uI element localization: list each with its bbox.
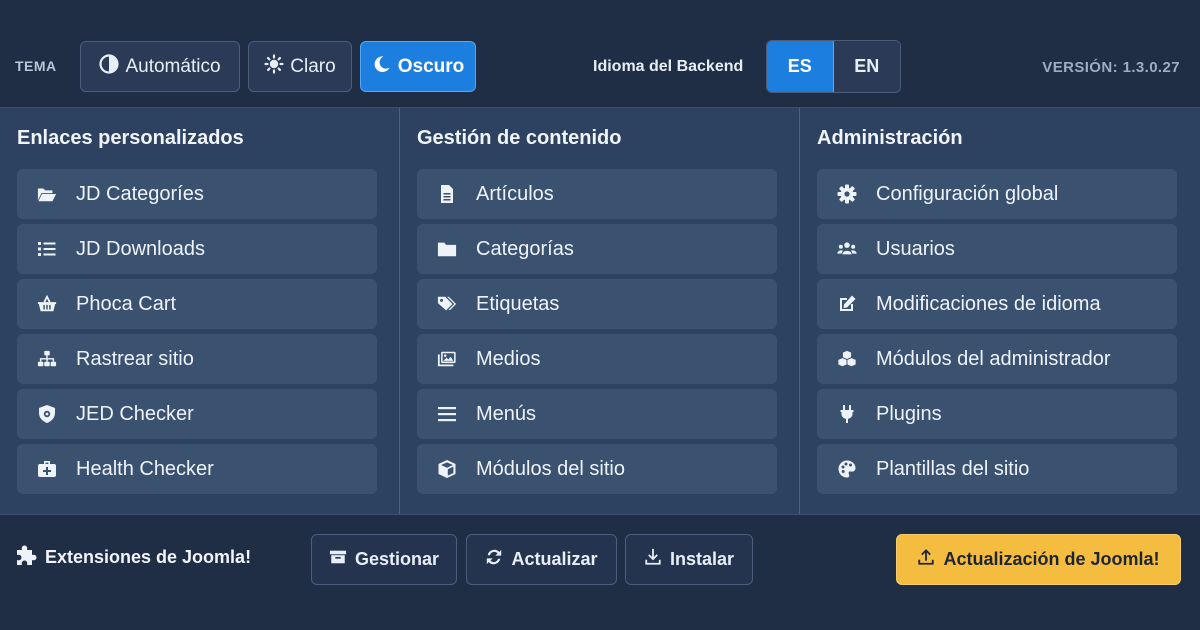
manage-label: Gestionar (354, 549, 440, 569)
archive-icon (329, 548, 347, 571)
link-rastrear-sitio[interactable]: Rastrear sitio (17, 334, 377, 384)
images-icon (429, 348, 465, 370)
link-label: Configuración global (876, 182, 1059, 205)
column-title: Gestión de contenido (417, 127, 622, 149)
users-icon (829, 238, 865, 260)
theme-auto-button[interactable]: Automático (80, 41, 240, 92)
basket-icon (29, 293, 65, 315)
list-icon (29, 238, 65, 260)
joomla-update-label: Actualización de Joomla! (943, 549, 1160, 569)
sitemap-icon (29, 348, 65, 370)
sync-icon (485, 548, 503, 571)
link-categorias[interactable]: Categorías (417, 224, 777, 274)
link-label: Artículos (476, 182, 554, 205)
language-toggle: ES EN (766, 40, 901, 93)
plug-icon (829, 403, 865, 425)
file-icon (429, 183, 465, 205)
upload-icon (917, 548, 935, 571)
link-health-checker[interactable]: Health Checker (17, 444, 377, 494)
puzzle-icon (15, 544, 37, 571)
download-icon (644, 548, 662, 571)
link-label: Medios (476, 347, 541, 370)
edit-icon (829, 293, 865, 315)
link-menus[interactable]: Menús (417, 389, 777, 439)
moon-icon (372, 54, 392, 80)
medkit-icon (29, 458, 65, 480)
link-plantillas-sitio[interactable]: Plantillas del sitio (817, 444, 1177, 494)
manage-extensions-button[interactable]: Gestionar (311, 534, 457, 585)
link-label: Etiquetas (476, 292, 560, 315)
theme-light-button[interactable]: Claro (248, 41, 352, 92)
quick-links-panel: Enlaces personalizados JD Categoríes JD … (0, 107, 1200, 515)
link-usuarios[interactable]: Usuarios (817, 224, 1177, 274)
link-jd-downloads[interactable]: JD Downloads (17, 224, 377, 274)
theme-label: TEMA (15, 58, 57, 74)
link-phoca-cart[interactable]: Phoca Cart (17, 279, 377, 329)
extensions-title-text: Extensiones de Joomla! (45, 547, 252, 567)
link-articulos[interactable]: Artículos (417, 169, 777, 219)
link-modulos-sitio[interactable]: Módulos del sitio (417, 444, 777, 494)
link-label: JED Checker (76, 402, 194, 425)
cog-icon (829, 183, 865, 205)
joomla-update-button[interactable]: Actualización de Joomla! (896, 534, 1181, 585)
link-configuracion-global[interactable]: Configuración global (817, 169, 1177, 219)
link-plugins[interactable]: Plugins (817, 389, 1177, 439)
shield-icon (29, 403, 65, 425)
link-modulos-administrador[interactable]: Módulos del administrador (817, 334, 1177, 384)
theme-dark-button[interactable]: Oscuro (360, 41, 476, 92)
extensions-title: Extensiones de Joomla! (15, 544, 251, 571)
link-jed-checker[interactable]: JED Checker (17, 389, 377, 439)
language-es-button[interactable]: ES (767, 41, 834, 92)
link-label: Módulos del sitio (476, 457, 625, 480)
custom-links-column: Enlaces personalizados JD Categoríes JD … (0, 108, 400, 514)
column-title: Administración (817, 127, 963, 149)
cubes-icon (829, 348, 865, 370)
update-label: Actualizar (511, 549, 598, 569)
link-modificaciones-idioma[interactable]: Modificaciones de idioma (817, 279, 1177, 329)
link-label: Health Checker (76, 457, 214, 480)
bars-icon (429, 403, 465, 425)
link-jd-categories[interactable]: JD Categoríes (17, 169, 377, 219)
folder-icon (429, 238, 465, 260)
link-label: JD Downloads (76, 237, 205, 260)
tags-icon (429, 293, 465, 315)
sun-icon (264, 53, 284, 80)
theme-light-label: Claro (290, 55, 336, 77)
cube-icon (429, 458, 465, 480)
link-label: Plugins (876, 402, 942, 425)
language-en-button[interactable]: EN (833, 41, 900, 92)
link-medios[interactable]: Medios (417, 334, 777, 384)
content-management-column: Gestión de contenido Artículos Categoría… (400, 108, 800, 514)
link-label: Módulos del administrador (876, 347, 1111, 370)
link-label: Phoca Cart (76, 292, 177, 315)
column-title: Enlaces personalizados (17, 127, 244, 149)
extensions-bar: Extensiones de Joomla! Gestionar Actuali… (0, 516, 1200, 606)
palette-icon (829, 458, 865, 480)
theme-auto-label: Automático (125, 55, 221, 77)
theme-dark-label: Oscuro (397, 55, 465, 77)
link-label: Menús (476, 402, 537, 425)
link-label: JD Categoríes (76, 182, 204, 205)
top-bar: TEMA Automático Claro Oscuro Idioma del … (0, 26, 1200, 106)
update-extensions-button[interactable]: Actualizar (466, 534, 617, 585)
administration-column: Administración Configuración global Usua… (800, 108, 1200, 514)
install-label: Instalar (669, 549, 735, 569)
link-label: Modificaciones de idioma (876, 292, 1101, 315)
link-label: Usuarios (876, 237, 955, 260)
install-extensions-button[interactable]: Instalar (625, 534, 753, 585)
version-label: VERSIÓN: 1.3.0.27 (1042, 59, 1180, 76)
link-label: Plantillas del sitio (876, 457, 1030, 480)
link-etiquetas[interactable]: Etiquetas (417, 279, 777, 329)
link-label: Categorías (476, 237, 574, 260)
backend-language-label: Idioma del Backend (593, 58, 744, 75)
link-label: Rastrear sitio (76, 347, 194, 370)
folder-open-icon (29, 183, 65, 205)
half-circle-icon (99, 53, 120, 80)
